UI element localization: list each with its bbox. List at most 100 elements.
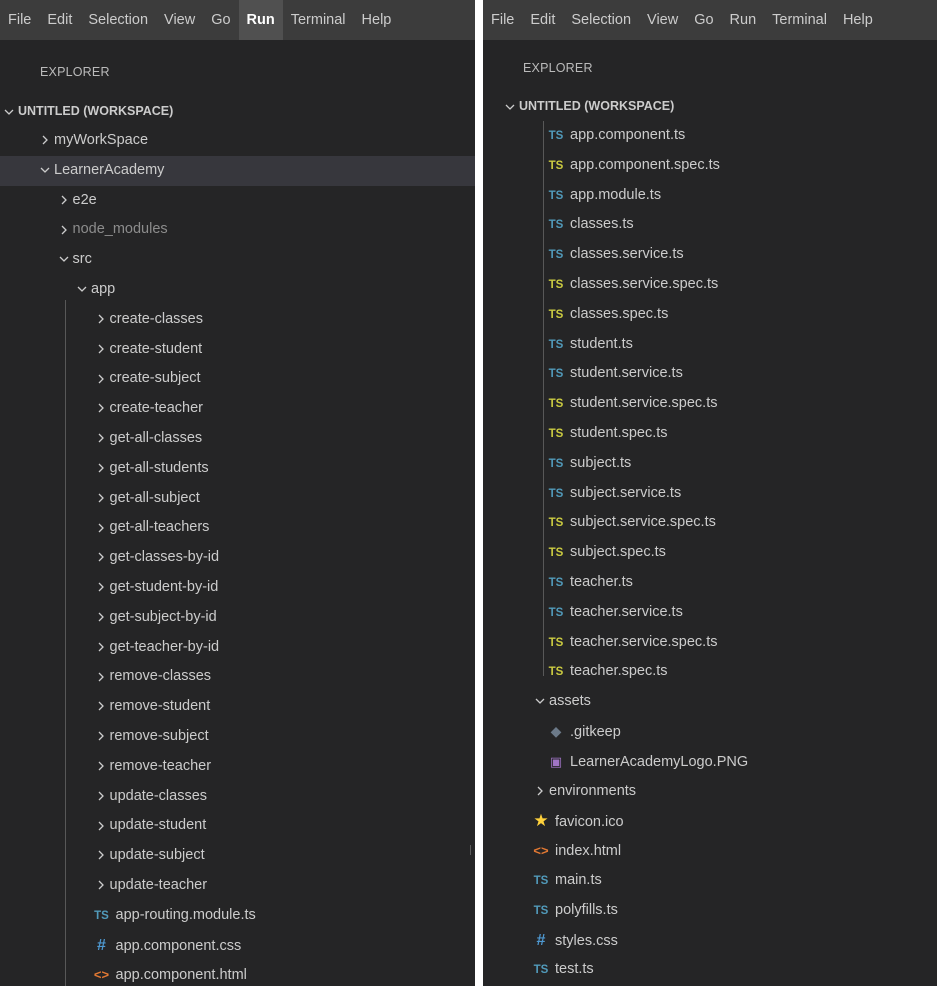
folder-item[interactable]: get-all-students (0, 454, 475, 484)
tree-item-label: node_modules (72, 221, 168, 238)
chevron-right-icon (92, 335, 110, 365)
tree-item-label: LearnerAcademy (54, 161, 165, 178)
menu-item-selection[interactable]: Selection (563, 0, 639, 40)
file-item[interactable]: ◆ .gitkeep (483, 717, 937, 747)
file-item[interactable]: TS subject.ts (483, 449, 937, 479)
file-item[interactable]: TS app.module.ts (483, 181, 937, 211)
star-icon: ★ (533, 811, 549, 831)
tree-item-label: get-student-by-id (109, 578, 219, 595)
file-item[interactable]: <> app.component.html (0, 960, 475, 986)
chevron-right-icon (92, 364, 110, 394)
file-item[interactable]: TS app.component.ts (483, 121, 937, 151)
folder-item[interactable]: src (0, 245, 475, 275)
file-item[interactable]: TS teacher.service.ts (483, 598, 937, 628)
chevron-right-icon (55, 215, 73, 245)
chevron-right-icon (92, 424, 110, 454)
folder-item[interactable]: remove-classes (0, 662, 475, 692)
menu-item-view[interactable]: View (156, 0, 203, 40)
file-item[interactable]: TS classes.spec.ts (483, 300, 937, 330)
menu-item-run[interactable]: Run (238, 0, 283, 40)
menu-item-go[interactable]: Go (686, 0, 721, 40)
file-item[interactable]: TS app-routing.module.ts (0, 901, 475, 931)
file-item[interactable]: TS subject.service.spec.ts (483, 508, 937, 538)
css-file-icon: # (536, 931, 546, 949)
folder-item[interactable]: remove-student (0, 692, 475, 722)
folder-item[interactable]: get-all-classes (0, 424, 475, 454)
file-item[interactable]: TS app.component.spec.ts (483, 151, 937, 181)
chevron-down-icon (0, 96, 18, 126)
file-item[interactable]: TS classes.service.ts (483, 240, 937, 270)
typescript-file-icon: TS (548, 130, 564, 142)
indent-guide (543, 121, 544, 676)
folder-item[interactable]: update-classes (0, 782, 475, 812)
folder-item[interactable]: create-teacher (0, 394, 475, 424)
menu-item-file[interactable]: File (483, 0, 522, 40)
file-item[interactable]: TS subject.service.ts (483, 479, 937, 509)
file-item[interactable]: TS teacher.spec.ts (483, 657, 937, 687)
file-item[interactable]: TS main.ts (483, 866, 937, 896)
typescript-file-icon: TS (548, 457, 564, 470)
chevron-right-icon (92, 841, 110, 871)
folder-item[interactable]: update-student (0, 811, 475, 841)
chevron-right-icon (92, 394, 110, 424)
folder-item[interactable]: LearnerAcademy (0, 155, 475, 186)
menu-item-file[interactable]: File (0, 0, 39, 40)
folder-item[interactable]: get-classes-by-id (0, 543, 475, 573)
workspace-header[interactable]: UNTITLED (WORKSPACE) (0, 96, 475, 126)
file-item[interactable]: TS subject.spec.ts (483, 538, 937, 568)
file-item[interactable]: TS teacher.service.spec.ts (483, 628, 937, 658)
menu-item-help[interactable]: Help (354, 0, 400, 40)
chevron-right-icon (92, 454, 110, 484)
menu-item-edit[interactable]: Edit (39, 0, 80, 40)
folder-item[interactable]: update-subject (0, 841, 475, 871)
file-item[interactable]: TS classes.service.spec.ts (483, 270, 937, 300)
folder-item[interactable]: create-subject (0, 364, 475, 394)
file-item[interactable]: TS polyfills.ts (483, 896, 937, 926)
folder-item[interactable]: remove-teacher (0, 752, 475, 782)
folder-item[interactable]: remove-subject (0, 722, 475, 752)
menu-item-terminal[interactable]: Terminal (283, 0, 354, 40)
menu-item-go[interactable]: Go (203, 0, 238, 40)
file-item[interactable]: TS student.service.ts (483, 359, 937, 389)
file-item[interactable]: # app.component.css (0, 931, 475, 961)
folder-item[interactable]: node_modules (0, 215, 475, 245)
folder-item[interactable]: get-all-subject (0, 484, 475, 514)
menu-item-help[interactable]: Help (835, 0, 881, 40)
menu-item-run[interactable]: Run (722, 0, 765, 40)
workspace-label: UNTITLED (WORKSPACE) (519, 99, 675, 113)
file-item[interactable]: TS classes.ts (483, 210, 937, 240)
folder-item[interactable]: e2e (0, 186, 475, 216)
folder-item[interactable]: get-student-by-id (0, 573, 475, 603)
file-item[interactable]: TS test.ts (483, 955, 937, 985)
typescript-file-icon: TS (548, 606, 564, 619)
typescript-spec-file-icon: TS (548, 547, 564, 560)
file-item[interactable]: # styles.css (483, 926, 937, 956)
typescript-spec-file-icon: TS (548, 398, 564, 411)
menu-item-edit[interactable]: Edit (522, 0, 563, 40)
menu-item-terminal[interactable]: Terminal (764, 0, 835, 40)
folder-item[interactable]: update-teacher (0, 871, 475, 901)
folder-item[interactable]: environments (483, 777, 937, 807)
folder-item[interactable]: myWorkSpace (0, 126, 475, 156)
folder-item[interactable]: get-all-teachers (0, 513, 475, 543)
folder-item[interactable]: assets (483, 687, 937, 717)
typescript-file-icon: TS (548, 368, 564, 381)
file-item[interactable]: TS student.service.spec.ts (483, 389, 937, 419)
folder-item[interactable]: get-teacher-by-id (0, 633, 475, 663)
tree-item-label: environments (549, 782, 637, 799)
tree-item-label: subject.service.ts (570, 484, 682, 501)
file-item[interactable]: TS teacher.ts (483, 568, 937, 598)
workspace-label: UNTITLED (WORKSPACE) (18, 104, 174, 118)
folder-item[interactable]: get-subject-by-id (0, 603, 475, 633)
folder-item[interactable]: app (0, 275, 475, 305)
folder-item[interactable]: create-student (0, 335, 475, 365)
file-item[interactable]: ▣ LearnerAcademyLogo.PNG (483, 747, 937, 777)
file-item[interactable]: ★ favicon.ico (483, 806, 937, 836)
folder-item[interactable]: create-classes (0, 305, 475, 335)
workspace-header[interactable]: UNTITLED (WORKSPACE) (483, 91, 937, 121)
menu-item-selection[interactable]: Selection (80, 0, 156, 40)
file-item[interactable]: <> index.html (483, 836, 937, 866)
file-item[interactable]: TS student.spec.ts (483, 419, 937, 449)
file-item[interactable]: TS student.ts (483, 330, 937, 360)
menu-item-view[interactable]: View (639, 0, 686, 40)
